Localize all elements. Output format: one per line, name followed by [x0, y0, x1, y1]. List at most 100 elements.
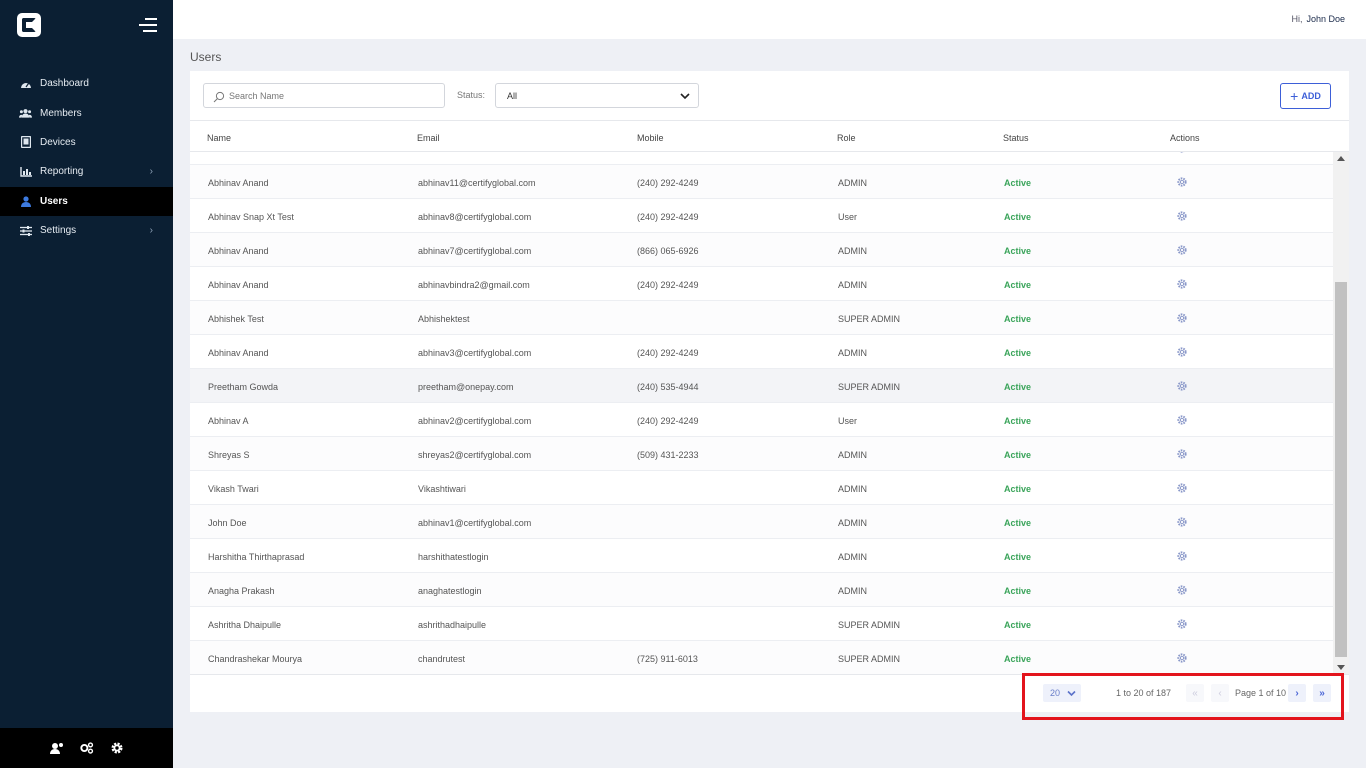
table-row[interactable]: Shreyas S shreyas2@certifyglobal.com (509)… — [190, 437, 1333, 471]
table-row[interactable]: Abhinav Anand abhinav3@certifyglobal.com (… — [190, 335, 1333, 369]
sidebar-item-users[interactable]: Users — [0, 186, 173, 216]
cell-mobile: (866) 065-6926 — [637, 246, 699, 256]
cell-role: ADMIN — [838, 280, 867, 290]
cell-mobile: (509) 431-2233 — [637, 450, 699, 460]
status-badge: Active — [1004, 280, 1032, 290]
cell-name: Chandrashekar Mourya — [208, 654, 303, 664]
table-row[interactable]: Anagha Prakash anaghatestlogin ADMIN Active — [190, 573, 1333, 607]
row-settings-icon[interactable] — [1176, 278, 1188, 290]
status-filter-select[interactable]: All — [495, 83, 699, 108]
row-settings-icon[interactable] — [1176, 448, 1188, 460]
cell-name: Abhinav Snap Xt Test — [208, 212, 294, 222]
settings-icon — [19, 224, 32, 237]
cell-name: Abhinav Anand — [208, 348, 269, 358]
status-badge: Active — [1004, 450, 1032, 460]
table-row[interactable]: Abhinav Anand abhinav7@certifyglobal.com (… — [190, 233, 1333, 267]
table-row[interactable]: Chandrashekar Mourya chandrutest (725) 911… — [190, 641, 1333, 674]
cell-role: SUPER ADMIN — [838, 620, 901, 630]
status-badge: Active — [1004, 484, 1032, 494]
scrollbar-thumb[interactable] — [1335, 282, 1347, 657]
table-row[interactable]: Abhinav Anand abhinavbindra2@gmail.com (24… — [190, 267, 1333, 301]
table-row[interactable]: Abhinav Snap Xt Test abhinav8@certifyglob… — [190, 199, 1333, 233]
cell-mobile: (240) 292-4249 — [637, 212, 699, 222]
table-row-partial — [190, 152, 1333, 165]
cell-role: SUPER ADMIN — [838, 654, 901, 664]
sidebar-item-settings[interactable]: Settings › — [0, 216, 173, 245]
table-row[interactable]: Preetham Gowda preetham@onepay.com (240) 5… — [190, 369, 1333, 403]
status-filter-label: Status: — [457, 90, 486, 100]
gear-icon[interactable] — [110, 741, 124, 755]
cell-name: Vikash Twari — [208, 484, 259, 494]
table-row[interactable]: Ashritha Dhaipulle ashrithadhaipulle SUPER… — [190, 607, 1333, 641]
status-badge: Active — [1004, 620, 1032, 630]
sidebar-item-label: Settings — [40, 225, 77, 237]
search-icon — [213, 90, 225, 103]
cell-email: anaghatestlogin — [418, 586, 482, 596]
dashboard-icon — [19, 77, 32, 90]
cell-role: ADMIN — [838, 246, 867, 256]
add-user-button[interactable]: + ADD — [1280, 83, 1331, 109]
sidebar-item-dashboard[interactable]: Dashboard — [0, 69, 173, 98]
cell-email: abhinav11@certifyglobal.com — [418, 178, 536, 188]
row-settings-icon[interactable] — [1176, 652, 1188, 664]
sidebar-item-devices[interactable]: Devices — [0, 128, 173, 157]
sidebar-item-reporting[interactable]: Reporting › — [0, 157, 173, 186]
chevron-right-icon: › — [149, 225, 153, 237]
status-filter-value: All — [507, 91, 518, 101]
status-badge: Active — [1004, 212, 1032, 222]
row-settings-icon[interactable] — [1176, 152, 1188, 154]
cell-mobile: (240) 292-4249 — [637, 348, 699, 358]
column-header-name[interactable]: Name — [207, 133, 231, 143]
row-settings-icon[interactable] — [1176, 516, 1188, 528]
column-header-role[interactable]: Role — [837, 133, 856, 143]
chevron-right-icon: › — [149, 166, 153, 178]
cell-name: Abhinav A — [208, 416, 249, 426]
search-box[interactable] — [203, 83, 445, 108]
row-settings-icon[interactable] — [1176, 380, 1188, 392]
sidebar-item-label: Members — [40, 107, 82, 119]
table-row[interactable]: John Doe abhinav1@certifyglobal.com ADMIN A… — [190, 505, 1333, 539]
cell-email: Abhishektest — [418, 314, 470, 324]
cell-email: chandrutest — [418, 654, 466, 664]
row-settings-icon[interactable] — [1176, 176, 1188, 188]
table-row[interactable]: Abhishek Test Abhishektest SUPER ADMIN Acti… — [190, 301, 1333, 335]
cell-role: ADMIN — [838, 450, 867, 460]
column-header-email[interactable]: Email — [417, 133, 440, 143]
user-greeting[interactable]: Hi, John Doe — [1291, 14, 1345, 24]
table-row[interactable]: Harshitha Thirthaprasad harshithatestlogi… — [190, 539, 1333, 573]
cell-role: ADMIN — [838, 586, 867, 596]
table-row[interactable]: Abhinav A abhinav2@certifyglobal.com (240)… — [190, 403, 1333, 437]
row-settings-icon[interactable] — [1176, 482, 1188, 494]
row-settings-icon[interactable] — [1176, 312, 1188, 324]
table-row[interactable]: Vikash Twari Vikashtiwari ADMIN Active — [190, 471, 1333, 505]
cell-name: Abhishek Test — [208, 314, 264, 324]
table-row[interactable]: Abhinav Anand abhinav11@certifyglobal.com… — [190, 165, 1333, 199]
app-logo-icon[interactable] — [17, 13, 41, 37]
row-settings-icon[interactable] — [1176, 414, 1188, 426]
status-badge: Active — [1004, 518, 1032, 528]
search-input[interactable] — [229, 87, 439, 105]
user-settings-icon[interactable] — [49, 741, 64, 755]
row-settings-icon[interactable] — [1176, 618, 1188, 630]
row-settings-icon[interactable] — [1176, 584, 1188, 596]
gears-icon[interactable] — [79, 741, 94, 755]
scroll-up-arrow[interactable] — [1337, 156, 1345, 161]
row-settings-icon[interactable] — [1176, 244, 1188, 256]
row-settings-icon[interactable] — [1176, 210, 1188, 222]
sidebar-footer — [0, 728, 173, 768]
chevron-down-icon — [680, 92, 690, 100]
annotation-highlight-box — [1022, 673, 1344, 720]
row-settings-icon[interactable] — [1176, 550, 1188, 562]
status-badge: Active — [1004, 586, 1032, 596]
cell-name: Abhinav Anand — [208, 246, 269, 256]
column-header-status[interactable]: Status — [1003, 133, 1029, 143]
table-scrollbar[interactable] — [1333, 152, 1349, 674]
row-settings-icon[interactable] — [1176, 346, 1188, 358]
cell-mobile: (240) 535-4944 — [637, 382, 699, 392]
cell-name: Abhinav Anand — [208, 280, 269, 290]
column-header-mobile[interactable]: Mobile — [637, 133, 664, 143]
menu-toggle-icon[interactable] — [139, 17, 157, 33]
scroll-down-arrow[interactable] — [1337, 665, 1345, 670]
cell-role: SUPER ADMIN — [838, 382, 901, 392]
sidebar-item-members[interactable]: Members — [0, 98, 173, 127]
